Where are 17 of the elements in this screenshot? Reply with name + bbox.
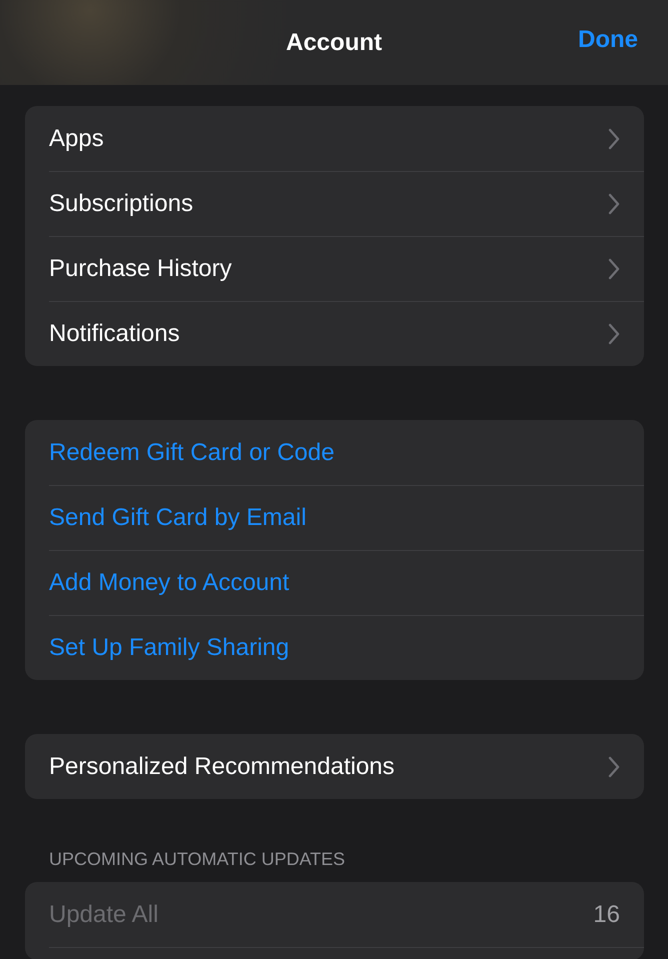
action-link[interactable]: Redeem Gift Card or Code: [49, 438, 334, 466]
done-button[interactable]: Done: [578, 26, 638, 54]
chevron-icon: [608, 192, 620, 214]
menu-row[interactable]: Personalized Recommendations: [25, 734, 644, 799]
menu-row[interactable]: Apps: [25, 106, 644, 171]
chevron-icon: [608, 756, 620, 778]
chevron-icon: [608, 128, 620, 150]
menu-row[interactable]: Purchase History: [25, 236, 644, 301]
action-link[interactable]: Set Up Family Sharing: [49, 634, 290, 662]
window-title: Account: [286, 28, 382, 56]
chevron-icon: [608, 322, 620, 344]
chevron-icon: [608, 258, 620, 280]
section-header: UPCOMING AUTOMATIC UPDATES: [49, 849, 346, 870]
action-link[interactable]: Send Gift Card by Email: [49, 504, 306, 532]
action-link[interactable]: Add Money to Account: [49, 568, 290, 596]
menu-row[interactable]: Subscriptions: [25, 171, 644, 236]
menu-row[interactable]: Notifications: [25, 301, 644, 366]
